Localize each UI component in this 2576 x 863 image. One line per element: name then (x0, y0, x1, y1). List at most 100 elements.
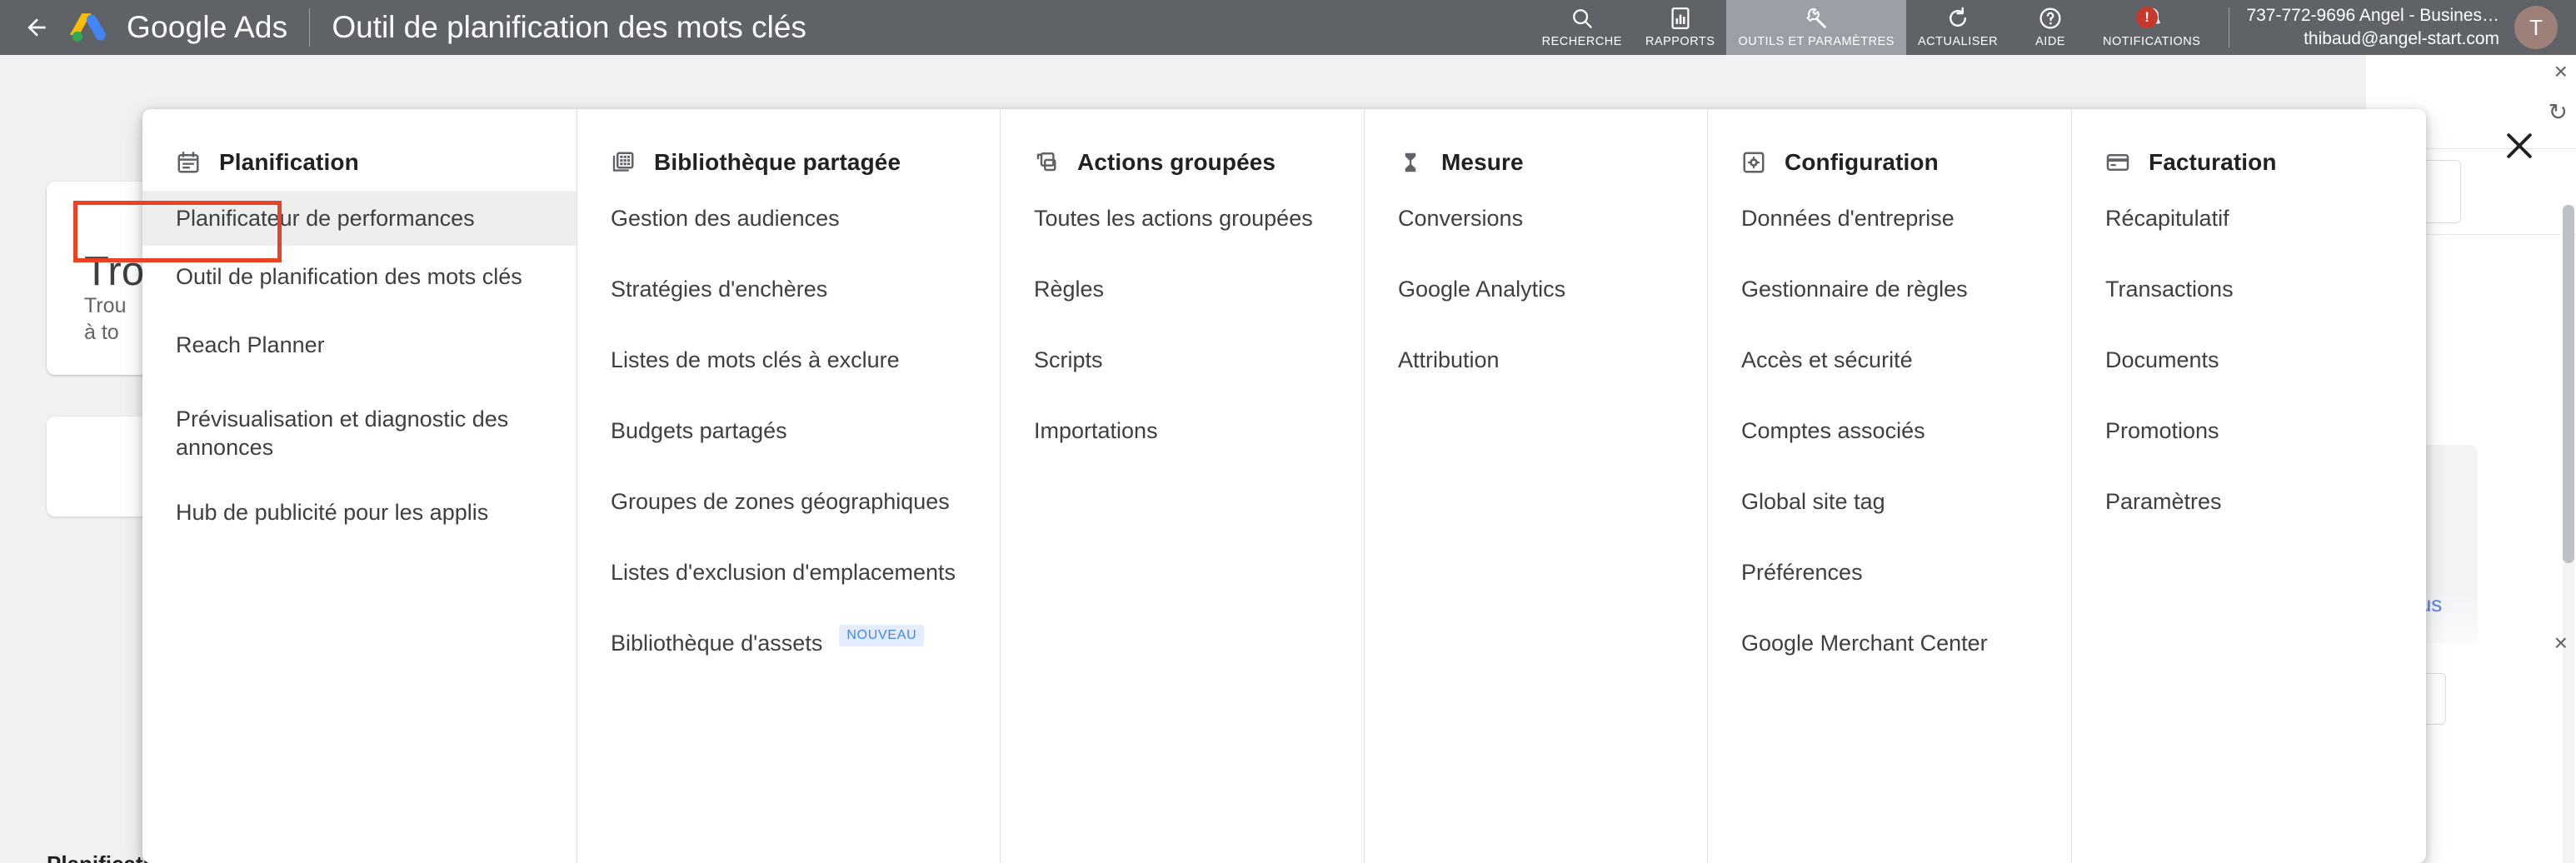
menu-column-actions-groupees: Actions groupées Toutes les actions grou… (1001, 109, 1365, 863)
hourglass-icon (1398, 150, 1423, 175)
menu-item-importations[interactable]: Importations (1001, 403, 1364, 458)
menu-column-configuration: Configuration Données d'entreprise Gesti… (1708, 109, 2072, 863)
shared-library-icon (611, 150, 636, 175)
account-name: 737-772-9696 Angel - Busines… (2246, 4, 2499, 27)
nav-tools-and-settings[interactable]: OUTILS ET PARAMÈTRES (1726, 0, 1906, 55)
appbar-divider (309, 8, 310, 47)
help-icon-wrap (2038, 6, 2063, 31)
menu-item-google-analytics[interactable]: Google Analytics (1365, 262, 1707, 317)
refresh-icon (1945, 6, 1970, 31)
hero-subtitle-line-2: à to (84, 318, 119, 348)
menu-item-preferences[interactable]: Préférences (1708, 545, 2071, 600)
menu-item-label: Attribution (1398, 346, 1500, 375)
menu-item-label: Documents (2105, 346, 2219, 375)
menu-item-label: Toutes les actions groupées (1034, 204, 1313, 233)
menu-item-comptes-associes[interactable]: Comptes associés (1708, 403, 2071, 458)
search-icon (1570, 6, 1595, 31)
menu-item-planificateur-de-performances[interactable]: Planificateur de performances (142, 191, 577, 246)
menu-item-label: Données d'entreprise (1741, 204, 1954, 233)
menu-item-label: Bibliothèque d'assets (611, 629, 822, 658)
menu-column-title-bibliotheque-partagee: Bibliothèque partagée (654, 149, 901, 176)
nav-reports[interactable]: RAPPORTS (1634, 0, 1727, 55)
menu-column-mesure: Mesure Conversions Google Analytics Attr… (1365, 109, 1708, 863)
menu-item-label: Hub de publicité pour les applis (176, 498, 488, 527)
close-button[interactable] (2496, 122, 2543, 169)
menu-item-label: Importations (1034, 417, 1158, 446)
menu-column-title-configuration: Configuration (1785, 149, 1939, 176)
arrow-left-icon (20, 14, 53, 41)
menu-column-title-actions-groupees: Actions groupées (1077, 149, 1276, 176)
menu-column-title-mesure: Mesure (1441, 149, 1524, 176)
menu-item-promotions[interactable]: Promotions (2072, 403, 2426, 458)
avatar[interactable]: T (2514, 6, 2558, 49)
menu-item-parametres[interactable]: Paramètres (2072, 474, 2426, 529)
account-info[interactable]: 737-772-9696 Angel - Busines… thibaud@an… (2246, 4, 2499, 52)
menu-item-listes-de-mots-cles-a-exclure[interactable]: Listes de mots clés à exclure (577, 332, 1000, 387)
back-button[interactable] (12, 14, 62, 41)
menu-item-label: Planificateur de performances (176, 204, 475, 233)
menu-column-header-bibliotheque-partagee: Bibliothèque partagée (577, 141, 1000, 184)
nav-notifications[interactable]: ! NOTIFICATIONS (2091, 0, 2212, 55)
menu-item-toutes-les-actions-groupees[interactable]: Toutes les actions groupées (1001, 191, 1364, 246)
nav-tools-and-settings-label: OUTILS ET PARAMÈTRES (1738, 35, 1895, 49)
menu-item-reach-planner[interactable]: Reach Planner (142, 318, 577, 373)
nav-search[interactable]: RECHERCHE (1530, 0, 1634, 55)
menu-item-previsualisation-et-diagnostic-des-annonces[interactable]: Prévisualisation et diagnostic des annon… (142, 388, 577, 474)
app-bar: Google Ads Outil de planification des mo… (0, 0, 2576, 55)
menu-item-label: Listes de mots clés à exclure (611, 346, 900, 375)
menu-column-facturation: Facturation Récapitulatif Transactions D… (2072, 109, 2426, 863)
menu-column-header-actions-groupees: Actions groupées (1001, 141, 1364, 184)
menu-column-header-mesure: Mesure (1365, 141, 1707, 184)
menu-item-donnees-d-entreprise[interactable]: Données d'entreprise (1708, 191, 2071, 246)
menu-item-label: Préférences (1741, 558, 1863, 587)
background-right-icon-third: × (2554, 630, 2568, 656)
menu-column-bibliotheque-partagee: Bibliothèque partagée Gestion des audien… (577, 109, 1001, 863)
menu-item-gestion-des-audiences[interactable]: Gestion des audiences (577, 191, 1000, 246)
credit-card-icon (2105, 150, 2130, 175)
menu-item-documents[interactable]: Documents (2072, 332, 2426, 387)
menu-column-title-planification: Planification (219, 149, 359, 176)
page-scrollbar-thumb[interactable] (2563, 205, 2574, 563)
hero-subtitle-line-1: Trou (84, 292, 126, 322)
menu-item-label: Promotions (2105, 417, 2219, 446)
reports-icon-wrap (1668, 6, 1693, 31)
menu-item-budgets-partages[interactable]: Budgets partagés (577, 403, 1000, 458)
menu-item-label: Google Merchant Center (1741, 629, 1988, 658)
menu-item-gestionnaire-de-regles[interactable]: Gestionnaire de règles (1708, 262, 2071, 317)
brand-logo-group[interactable]: Google Ads (67, 8, 287, 47)
menu-item-label: Reach Planner (176, 331, 325, 360)
menu-item-conversions[interactable]: Conversions (1365, 191, 1707, 246)
menu-item-regles[interactable]: Règles (1001, 262, 1364, 317)
menu-item-google-merchant-center[interactable]: Google Merchant Center (1708, 616, 2071, 671)
menu-item-label: Stratégies d'enchères (611, 275, 827, 304)
menu-item-outil-de-planification-des-mots-cles[interactable]: Outil de planification des mots clés (142, 246, 577, 303)
menu-item-bibliotheque-d-assets[interactable]: Bibliothèque d'assets NOUVEAU (577, 616, 1000, 671)
nav-reports-label: RAPPORTS (1645, 35, 1715, 49)
menu-item-strategies-d-encheres[interactable]: Stratégies d'enchères (577, 262, 1000, 317)
nav-help[interactable]: AIDE (2009, 0, 2091, 55)
menu-item-listes-d-exclusion-d-emplacements[interactable]: Listes d'exclusion d'emplacements (577, 545, 1000, 600)
wrench-icon-wrap (1804, 6, 1829, 31)
menu-item-recapitulatif[interactable]: Récapitulatif (2072, 191, 2426, 246)
google-ads-logo-icon (67, 8, 112, 47)
background-right-icon-second: ↻ (2549, 98, 2568, 126)
menu-item-groupes-de-zones-geographiques[interactable]: Groupes de zones géographiques (577, 474, 1000, 529)
menu-column-header-configuration: Configuration (1708, 141, 2071, 184)
menu-item-transactions[interactable]: Transactions (2072, 262, 2426, 317)
menu-column-title-facturation: Facturation (2149, 149, 2277, 176)
tools-and-settings-menu: Planification Planificateur de performan… (142, 109, 2426, 863)
menu-item-acces-et-securite[interactable]: Accès et sécurité (1708, 332, 2071, 387)
menu-item-scripts[interactable]: Scripts (1001, 332, 1364, 387)
menu-item-attribution[interactable]: Attribution (1365, 332, 1707, 387)
menu-item-global-site-tag[interactable]: Global site tag (1708, 474, 2071, 529)
nav-refresh[interactable]: ACTUALISER (1906, 0, 2009, 55)
menu-column-header-facturation: Facturation (2072, 141, 2426, 184)
menu-item-label: Règles (1034, 275, 1104, 304)
nav-help-label: AIDE (2035, 35, 2065, 49)
search-icon-wrap (1570, 6, 1595, 31)
menu-item-label: Paramètres (2105, 487, 2222, 516)
help-icon (2038, 6, 2063, 31)
menu-item-label: Scripts (1034, 346, 1103, 375)
menu-item-hub-de-publicite-pour-les-applis[interactable]: Hub de publicité pour les applis (142, 486, 577, 541)
menu-item-label: Comptes associés (1741, 417, 1925, 446)
